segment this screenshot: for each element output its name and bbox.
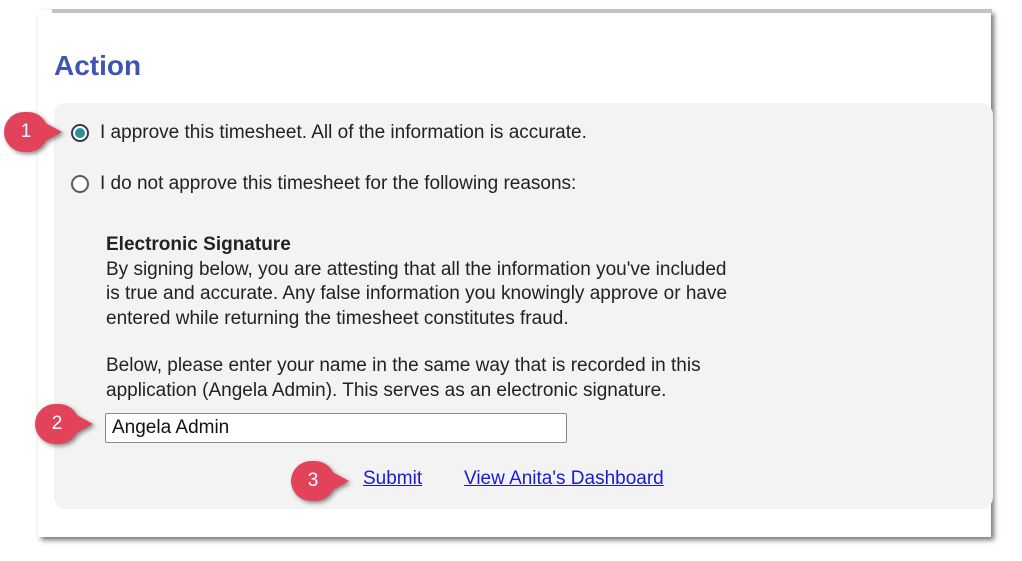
view-dashboard-link[interactable]: View Anita's Dashboard — [464, 468, 664, 490]
reject-option-label: I do not approve this timesheet for the … — [100, 173, 577, 194]
callout-2-marker: 2 — [35, 404, 95, 444]
signature-input[interactable] — [105, 413, 567, 443]
reject-option[interactable]: I do not approve this timesheet for the … — [71, 173, 576, 195]
approve-option-label: I approve this timesheet. All of the inf… — [100, 122, 587, 143]
callout-3-marker: 3 — [291, 461, 351, 501]
approve-radio[interactable] — [71, 124, 89, 142]
signature-instructions: Below, please enter your name in the sam… — [106, 355, 701, 401]
submit-link[interactable]: Submit — [363, 468, 422, 490]
signature-disclaimer: By signing below, you are attesting that… — [106, 258, 728, 329]
signature-title: Electronic Signature — [106, 234, 291, 255]
callout-1-number: 1 — [20, 121, 32, 142]
reject-radio[interactable] — [71, 175, 89, 193]
callout-3-number: 3 — [307, 470, 319, 491]
top-divider — [52, 9, 992, 13]
electronic-signature-section: Electronic Signature By signing below, y… — [106, 233, 826, 403]
callout-2-number: 2 — [51, 413, 63, 434]
callout-1-marker: 1 — [4, 112, 64, 152]
section-title: Action — [54, 50, 142, 81]
approve-option[interactable]: I approve this timesheet. All of the inf… — [71, 122, 587, 144]
